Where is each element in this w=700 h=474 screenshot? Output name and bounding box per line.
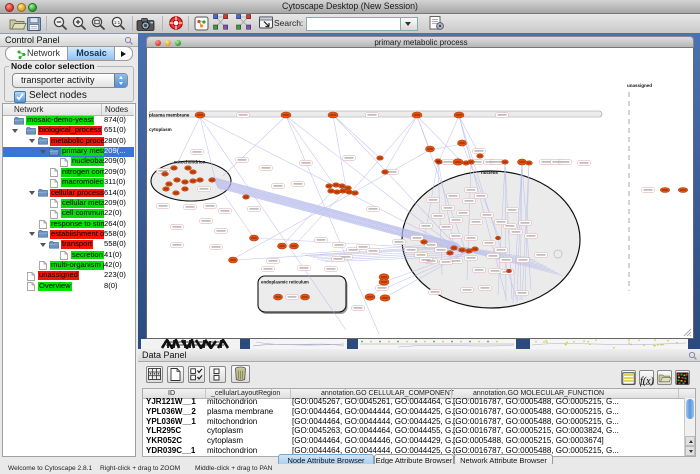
svg-text:1:1: 1:1 (114, 20, 121, 25)
svg-text:cytoplasm: cytoplasm (149, 127, 172, 132)
svg-text:plasma membrane: plasma membrane (149, 113, 190, 118)
svg-text:unassigned: unassigned (627, 83, 652, 88)
svg-text:nucleus: nucleus (481, 170, 499, 175)
svg-text:endoplasmic reticulum: endoplasmic reticulum (261, 280, 309, 285)
